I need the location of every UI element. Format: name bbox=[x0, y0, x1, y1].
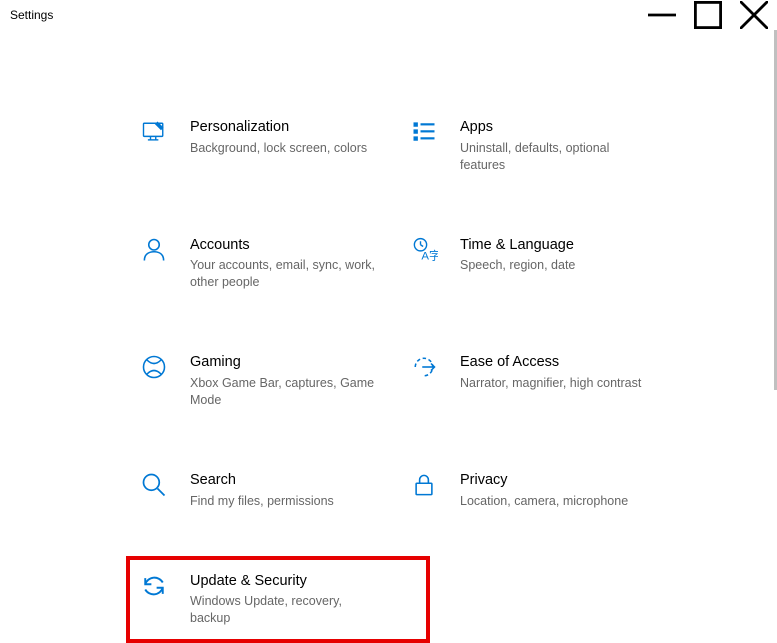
settings-grid: Personalization Background, lock screen,… bbox=[0, 30, 777, 627]
maximize-button[interactable] bbox=[685, 0, 731, 30]
tile-accounts[interactable]: Accounts Your accounts, email, sync, wor… bbox=[140, 236, 410, 292]
tile-title: Apps bbox=[460, 118, 650, 137]
window-title: Settings bbox=[10, 8, 53, 22]
tile-personalization[interactable]: Personalization Background, lock screen,… bbox=[140, 118, 410, 174]
tile-gaming[interactable]: Gaming Xbox Game Bar, captures, Game Mod… bbox=[140, 353, 410, 409]
highlighted-tile: Update & Security Windows Update, recove… bbox=[126, 556, 430, 643]
tile-privacy[interactable]: Privacy Location, camera, microphone bbox=[410, 471, 680, 510]
svg-text:A字: A字 bbox=[421, 248, 438, 262]
tile-desc: Xbox Game Bar, captures, Game Mode bbox=[190, 375, 380, 409]
minimize-button[interactable] bbox=[639, 0, 685, 30]
tile-title: Gaming bbox=[190, 353, 380, 372]
apps-icon bbox=[410, 118, 442, 150]
tile-desc: Find my files, permissions bbox=[190, 493, 334, 510]
tile-desc: Your accounts, email, sync, work, other … bbox=[190, 257, 380, 291]
tile-title: Ease of Access bbox=[460, 353, 641, 372]
gaming-icon bbox=[140, 353, 172, 385]
accounts-icon bbox=[140, 236, 172, 268]
tile-title: Search bbox=[190, 471, 334, 490]
tile-desc: Speech, region, date bbox=[460, 257, 575, 274]
tile-search[interactable]: Search Find my files, permissions bbox=[140, 471, 410, 510]
tile-ease-of-access[interactable]: Ease of Access Narrator, magnifier, high… bbox=[410, 353, 680, 409]
tile-title: Privacy bbox=[460, 471, 628, 490]
update-security-icon bbox=[140, 572, 172, 604]
tile-title: Accounts bbox=[190, 236, 380, 255]
tile-title: Personalization bbox=[190, 118, 367, 137]
tile-desc: Uninstall, defaults, optional features bbox=[460, 140, 650, 174]
titlebar: Settings bbox=[0, 0, 777, 30]
personalization-icon bbox=[140, 118, 172, 150]
tile-time-language[interactable]: A字 Time & Language Speech, region, date bbox=[410, 236, 680, 292]
tile-update-security[interactable]: Update & Security Windows Update, recove… bbox=[140, 572, 410, 628]
tile-title: Update & Security bbox=[190, 572, 380, 591]
window-controls bbox=[639, 0, 777, 30]
tile-desc: Background, lock screen, colors bbox=[190, 140, 367, 157]
ease-of-access-icon bbox=[410, 353, 442, 385]
tile-apps[interactable]: Apps Uninstall, defaults, optional featu… bbox=[410, 118, 680, 174]
tile-title: Time & Language bbox=[460, 236, 575, 255]
tile-desc: Windows Update, recovery, backup bbox=[190, 593, 380, 627]
privacy-icon bbox=[410, 471, 442, 503]
tile-desc: Location, camera, microphone bbox=[460, 493, 628, 510]
time-language-icon: A字 bbox=[410, 236, 442, 268]
search-icon bbox=[140, 471, 172, 503]
close-button[interactable] bbox=[731, 0, 777, 30]
tile-desc: Narrator, magnifier, high contrast bbox=[460, 375, 641, 392]
